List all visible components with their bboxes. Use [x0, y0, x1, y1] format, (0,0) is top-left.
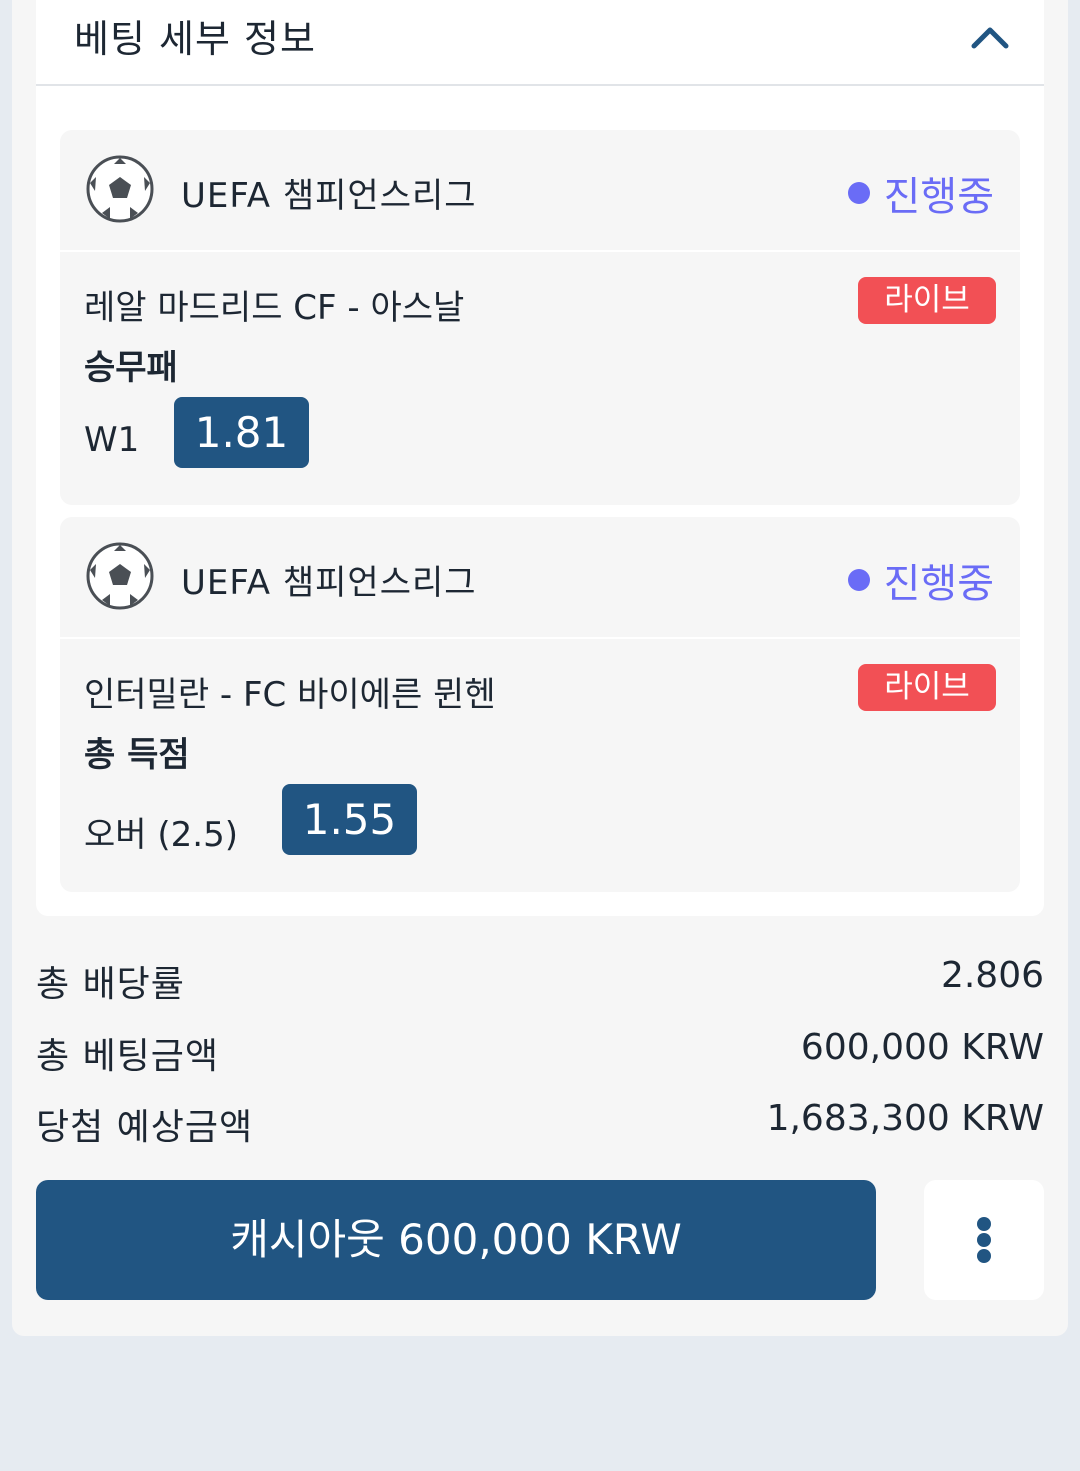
chevron-up-icon[interactable]: [966, 18, 1014, 52]
match-name: 인터밀란 - FC 바이에른 뮌헨: [84, 675, 496, 715]
match-name: 레알 마드리드 CF - 아스날: [84, 288, 465, 328]
bet-card: UEFA 챔피언스리그 진행중 인터밀란 - FC 바이에른 뮌헨 라이브 총 …: [60, 517, 1020, 892]
potential-win-label: 당첨 예상금액: [36, 1107, 254, 1148]
market-name: 총 득점: [84, 735, 190, 775]
total-odds-label: 총 배당률: [36, 964, 185, 1005]
odds-badge: 1.81: [174, 397, 309, 468]
total-stake-row: 총 베팅금액 600,000 KRW: [36, 1027, 1044, 1077]
total-stake-label: 총 베팅금액: [36, 1036, 220, 1077]
selection-name: 오버 (2.5): [84, 815, 238, 855]
match-status: 진행중: [847, 164, 994, 222]
total-stake-value: 600,000 KRW: [800, 1027, 1044, 1068]
cashout-button[interactable]: 캐시아웃 600,000 KRW: [36, 1180, 876, 1300]
league-name: UEFA 챔피언스리그: [181, 176, 477, 216]
status-label: 진행중: [883, 174, 994, 220]
potential-win-row: 당첨 예상금액 1,683,300 KRW: [36, 1098, 1044, 1148]
selection-name: W1: [84, 420, 140, 460]
bet-details-title: 베팅 세부 정보: [74, 17, 316, 61]
bet-card: UEFA 챔피언스리그 진행중 레알 마드리드 CF - 아스날 라이브 승무패…: [60, 130, 1020, 505]
match-status: 진행중: [847, 551, 994, 609]
league-row: UEFA 챔피언스리그 진행중: [60, 130, 1020, 252]
bet-details-header[interactable]: 베팅 세부 정보: [36, 0, 1044, 86]
status-dot-icon: [847, 569, 870, 591]
league-row: UEFA 챔피언스리그 진행중: [60, 517, 1020, 639]
live-badge: 라이브: [858, 664, 996, 711]
more-options-button[interactable]: [924, 1180, 1044, 1300]
market-name: 승무패: [84, 348, 178, 388]
potential-win-value: 1,683,300 KRW: [766, 1098, 1044, 1139]
status-dot-icon: [847, 182, 870, 204]
soccer-ball-icon: [86, 542, 154, 610]
total-odds-value: 2.806: [940, 955, 1044, 996]
soccer-ball-icon: [86, 155, 154, 223]
odds-badge: 1.55: [282, 784, 417, 855]
total-odds-row: 총 배당률 2.806: [36, 955, 1044, 1005]
live-badge: 라이브: [858, 277, 996, 324]
league-name: UEFA 챔피언스리그: [181, 563, 477, 603]
status-label: 진행중: [883, 561, 994, 607]
